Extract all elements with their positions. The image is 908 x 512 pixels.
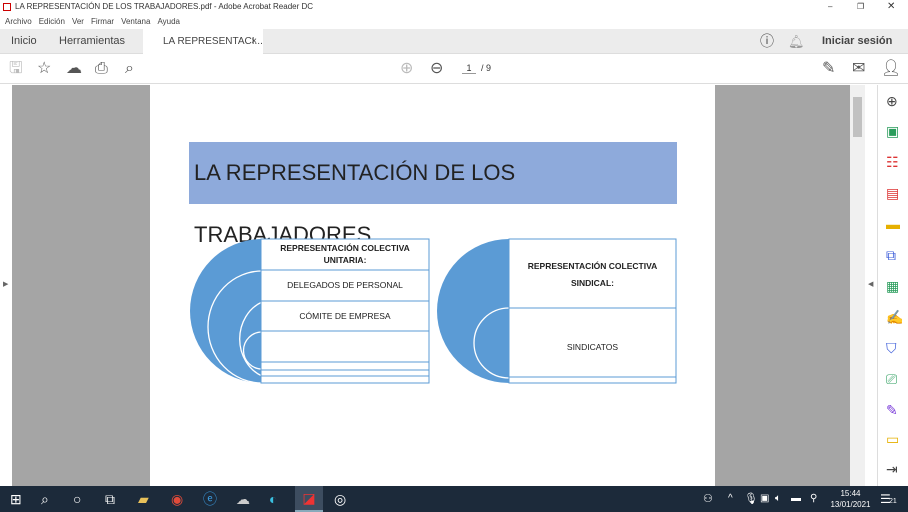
left-heading: REPRESENTACIÓN COLECTIVA UNITARIA: (261, 242, 429, 266)
export-pdf-icon[interactable]: ▣ (886, 123, 899, 139)
more-tools-icon[interactable]: ▭ (886, 431, 899, 447)
ie-icon[interactable]: ⓔ (203, 491, 217, 507)
scroll-thumb[interactable] (853, 97, 862, 137)
taskbar: ⊞ ⌕ ○ ⧉ ▰ ◉ ⓔ ☁ ◐ ◪ ◎ ⚇ ^ 🎙︎ ▣ 🔈︎ ▬ ⚲ 15… (0, 486, 908, 512)
fill-sign-icon[interactable]: ✍ (886, 309, 903, 325)
collapse-pane-icon[interactable]: ⇥ (886, 461, 898, 477)
tools-pane: ⊕ ▣ ☷ ▤ ▬ ⧉ ▦ ✍ ⛉ ⎚ ✎ ▭ ⇥ (877, 85, 908, 486)
protect-icon[interactable]: ⛉ (886, 340, 897, 356)
organize-pages-icon[interactable]: ☷ (886, 154, 899, 170)
comment-icon[interactable]: ▬ (886, 216, 900, 232)
obs-icon[interactable]: ◎ (334, 491, 346, 507)
chrome-icon[interactable]: ◉ (171, 491, 183, 507)
left-half-disc (190, 239, 262, 383)
notification-count: 21 (889, 498, 897, 505)
tray-chevron-icon[interactable]: ^ (728, 491, 733, 507)
right-half-disc (437, 239, 509, 383)
right-heading: REPRESENTACIÓN COLECTIVA SINDICAL: (509, 258, 676, 292)
task-view-icon[interactable]: ⧉ (105, 491, 115, 507)
scan-icon[interactable]: ⎚ (886, 371, 897, 387)
right-panel-toggle[interactable]: ◀ (868, 280, 873, 288)
right-heading-line1: REPRESENTACIÓN COLECTIVA (527, 261, 658, 271)
camera-icon[interactable]: ▣ (760, 491, 769, 507)
people-icon[interactable]: ⚇ (703, 491, 713, 507)
right-heading-line2: SINDICAL: (571, 278, 614, 288)
app-icon[interactable]: ☁ (236, 491, 250, 507)
acrobat-taskbar-icon[interactable]: ◪ (295, 486, 323, 512)
clock[interactable]: 15:44 13/01/2021 (828, 488, 873, 510)
search-icon[interactable]: ⌕ (41, 491, 49, 507)
mic-icon[interactable]: 🎙︎ (744, 491, 758, 507)
windows-start-icon[interactable]: ⊞ (10, 491, 22, 507)
edge-icon[interactable]: ◐ (269, 491, 277, 507)
left-heading-line1: REPRESENTACIÓN COLECTIVA (280, 243, 410, 253)
clock-time: 15:44 (840, 489, 861, 498)
cortana-icon[interactable]: ○ (73, 491, 81, 507)
left-item-comite: CÓMITE DE EMPRESA (299, 311, 391, 321)
vertical-scrollbar[interactable] (850, 85, 865, 486)
clock-date: 13/01/2021 (830, 500, 871, 509)
combine-files-icon[interactable]: ⧉ (886, 247, 896, 263)
left-item-delegados: DELEGADOS DE PERSONAL (287, 280, 403, 290)
diagram (190, 238, 677, 384)
compress-icon[interactable]: ▦ (886, 278, 899, 294)
file-explorer-icon[interactable]: ▰ (138, 491, 149, 507)
battery-icon[interactable]: ▬ (791, 491, 801, 507)
volume-icon[interactable]: 🔈︎ (775, 491, 781, 507)
right-item-sindicatos: SINDICATOS (566, 342, 619, 352)
network-icon[interactable]: ⚲ (810, 491, 817, 507)
create-pdf-icon[interactable]: ▤ (886, 185, 899, 201)
zoom-in-icon[interactable]: ⊕ (886, 93, 898, 109)
edit-pdf-icon[interactable]: ✎ (886, 402, 898, 418)
left-heading-line2: UNITARIA: (323, 255, 367, 265)
